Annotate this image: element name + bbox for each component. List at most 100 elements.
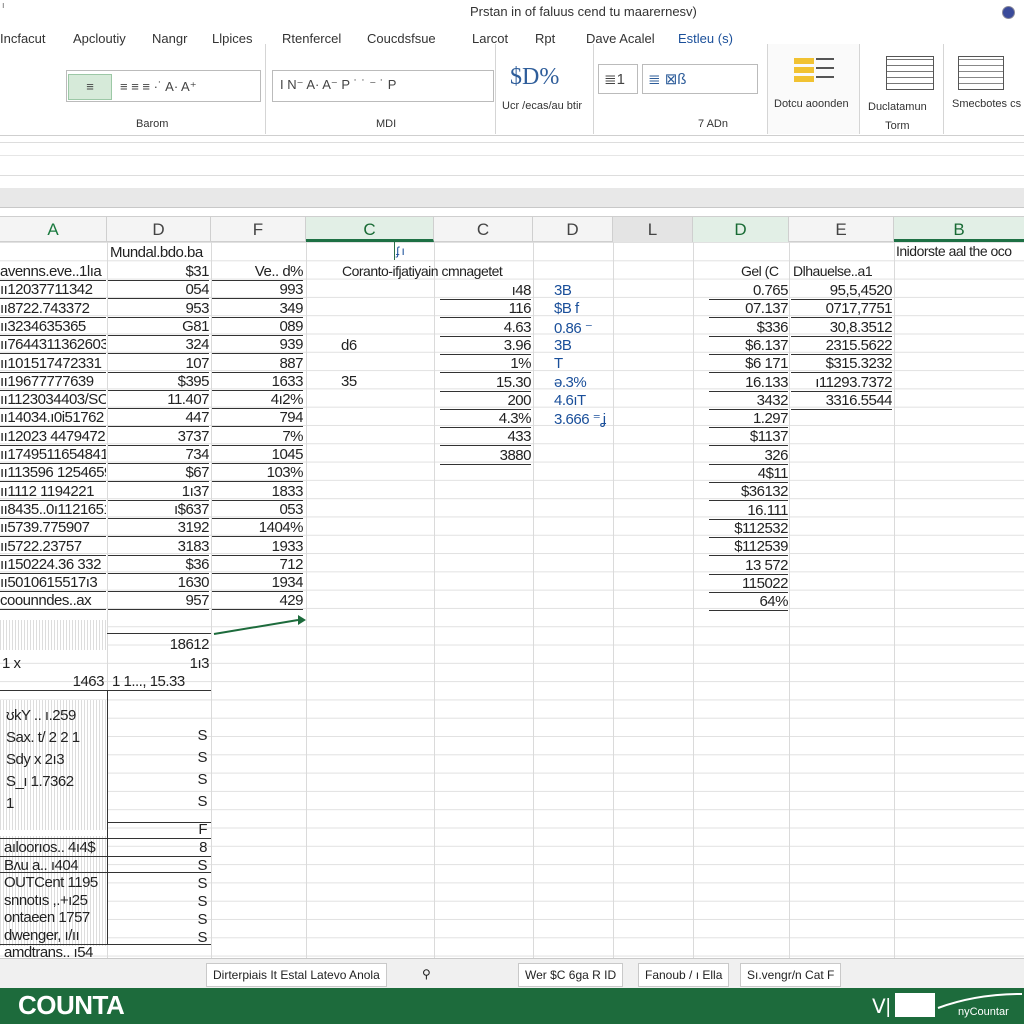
cell-header[interactable]: ʄ ı bbox=[396, 244, 405, 258]
cell[interactable]: 3B bbox=[554, 282, 616, 299]
cell[interactable]: 053 bbox=[212, 501, 303, 519]
cell[interactable]: $B f bbox=[554, 300, 616, 317]
cell[interactable]: 115022 bbox=[709, 575, 788, 593]
cell[interactable]: Sax. t/ 2 2 1 bbox=[6, 729, 104, 746]
cell[interactable]: ıı14034.ı0i51762 bbox=[0, 409, 106, 428]
currency-percent-button[interactable]: $D% bbox=[510, 64, 559, 91]
cell[interactable]: S bbox=[112, 911, 207, 928]
cell[interactable]: T bbox=[554, 355, 616, 372]
column-header[interactable]: D bbox=[533, 217, 613, 242]
zoom-box[interactable] bbox=[895, 993, 935, 1017]
cell[interactable]: 3192 bbox=[108, 519, 209, 538]
cell[interactable]: ıı1749511654841 bbox=[0, 446, 106, 464]
cell[interactable]: 107 bbox=[108, 355, 209, 373]
cell[interactable]: 326 bbox=[709, 447, 788, 465]
cell[interactable]: snnotıs ,.+ı25 bbox=[4, 892, 104, 909]
cell[interactable]: d6 bbox=[341, 337, 357, 354]
cell[interactable]: 433 bbox=[440, 428, 531, 447]
cell[interactable]: ıı5010615517ı3 bbox=[0, 574, 106, 593]
cell[interactable]: ıı150224.36 332 bbox=[0, 556, 106, 574]
cell[interactable]: 1.297 bbox=[709, 410, 788, 429]
column-header[interactable]: E bbox=[789, 217, 894, 242]
align-button[interactable]: ≡ bbox=[68, 74, 112, 100]
cell[interactable]: $36 bbox=[108, 556, 209, 574]
cell[interactable]: ə.3% bbox=[554, 374, 616, 391]
cell[interactable]: ıı19677777639 bbox=[0, 373, 106, 391]
cell[interactable]: 1045 bbox=[212, 446, 303, 464]
cell-header[interactable]: Gel (C bbox=[741, 263, 779, 279]
column-header-selected[interactable]: D bbox=[693, 217, 789, 242]
cell[interactable]: S bbox=[112, 727, 207, 744]
cell[interactable]: 324 bbox=[108, 336, 209, 355]
cell[interactable]: ıı8435..0ı1121651 bbox=[0, 501, 106, 519]
cell[interactable]: S bbox=[112, 893, 207, 910]
cell[interactable]: S_ı 1.7362 bbox=[6, 773, 104, 790]
cell[interactable]: ı11293.7372 bbox=[791, 374, 892, 392]
cell[interactable]: ıı5722.23757 bbox=[0, 538, 106, 556]
cell[interactable]: dwenger, ı/ıı bbox=[4, 927, 104, 944]
cell[interactable]: $67 bbox=[108, 464, 209, 483]
cell[interactable]: Ve.. d% bbox=[212, 263, 303, 281]
cell[interactable]: $31 bbox=[108, 263, 209, 281]
cell[interactable]: 1ı3 bbox=[110, 655, 210, 672]
cell[interactable]: ı48 bbox=[440, 282, 531, 300]
cell[interactable]: 993 bbox=[212, 281, 303, 300]
cell[interactable]: 200 bbox=[440, 392, 531, 410]
cell[interactable]: 4.6ıT bbox=[554, 392, 616, 409]
cell[interactable]: $395 bbox=[108, 373, 209, 391]
format-button[interactable]: ≣ ⊠ß bbox=[648, 70, 686, 88]
cell[interactable]: 4.63 bbox=[440, 319, 531, 337]
cell[interactable]: 1ı37 bbox=[108, 483, 209, 501]
cell[interactable]: G81 bbox=[108, 318, 209, 336]
cell[interactable]: 1404% bbox=[212, 519, 303, 538]
cell[interactable]: 0.765 bbox=[709, 282, 788, 300]
cell[interactable]: 054 bbox=[108, 281, 209, 300]
cell[interactable]: ıı113596 12546591 bbox=[0, 464, 106, 483]
cell[interactable]: $6 171 bbox=[709, 355, 788, 374]
column-header[interactable]: L bbox=[613, 217, 693, 242]
cell[interactable]: avenns.eve..1lıa bbox=[0, 263, 106, 281]
cell[interactable]: 447 bbox=[108, 409, 209, 428]
cell[interactable]: Bʌu a.. ı404 bbox=[4, 857, 104, 874]
cell-styles-icon[interactable] bbox=[958, 56, 1004, 90]
cell[interactable]: S bbox=[112, 875, 207, 892]
cell[interactable]: $1137 bbox=[709, 428, 788, 447]
column-header[interactable]: C bbox=[434, 217, 533, 242]
cell[interactable]: 3737 bbox=[108, 428, 209, 446]
cell[interactable]: ıı3234635365 bbox=[0, 318, 106, 336]
cell[interactable]: $6.137 bbox=[709, 337, 788, 355]
cell[interactable]: 16.133 bbox=[709, 374, 788, 392]
cell[interactable]: 1630 bbox=[108, 574, 209, 593]
cell[interactable]: 95,5,4520 bbox=[791, 282, 892, 300]
font-toolbar[interactable]: I N⁻ A· A⁻ P ˙ ˙ ⁻ ˙ P bbox=[280, 77, 396, 93]
cell[interactable]: ıı1112 1194221 bbox=[0, 483, 106, 501]
cell[interactable]: 4$11 bbox=[709, 465, 788, 483]
cell[interactable]: $112539 bbox=[709, 538, 788, 557]
cell[interactable]: 11.407 bbox=[108, 391, 209, 410]
cell[interactable]: ıı7644311362603 bbox=[0, 336, 106, 355]
column-header-selected[interactable]: C bbox=[306, 217, 434, 242]
cell-header[interactable]: Coranto-ifjatiyain cmnagetet bbox=[342, 263, 503, 279]
cell[interactable]: 1 bbox=[6, 795, 104, 812]
cell[interactable]: 1 1..., 15.33 bbox=[112, 673, 210, 690]
cell[interactable]: 3183 bbox=[108, 538, 209, 556]
cell[interactable]: $315.3232 bbox=[791, 355, 892, 374]
cell[interactable]: 1833 bbox=[212, 483, 303, 501]
cell[interactable]: S bbox=[112, 793, 207, 810]
cell[interactable]: 116 bbox=[440, 300, 531, 319]
column-header-selected[interactable]: B bbox=[894, 217, 1024, 242]
column-header[interactable]: F bbox=[211, 217, 306, 242]
alignment-toolbar[interactable]: ≡ ≡ ≡ ·˙ A· A⁺ bbox=[120, 79, 197, 95]
cell[interactable]: 4.3% bbox=[440, 410, 531, 429]
cell[interactable]: F bbox=[112, 821, 207, 838]
cell[interactable]: 887 bbox=[212, 355, 303, 373]
cell[interactable]: 16.111 bbox=[709, 502, 788, 520]
cell-header[interactable]: Inidorste aal the oco bbox=[896, 243, 1024, 259]
cell[interactable]: 15.30 bbox=[440, 374, 531, 392]
cell[interactable]: 1% bbox=[440, 355, 531, 374]
cell[interactable]: 712 bbox=[212, 556, 303, 574]
sheet-tab[interactable]: Dirterpiais It Estal Latevo Anola bbox=[206, 963, 387, 987]
cell[interactable]: 3316.5544 bbox=[791, 392, 892, 410]
cell[interactable]: 0717,7751 bbox=[791, 300, 892, 319]
search-icon[interactable]: ⚲ bbox=[416, 963, 437, 987]
